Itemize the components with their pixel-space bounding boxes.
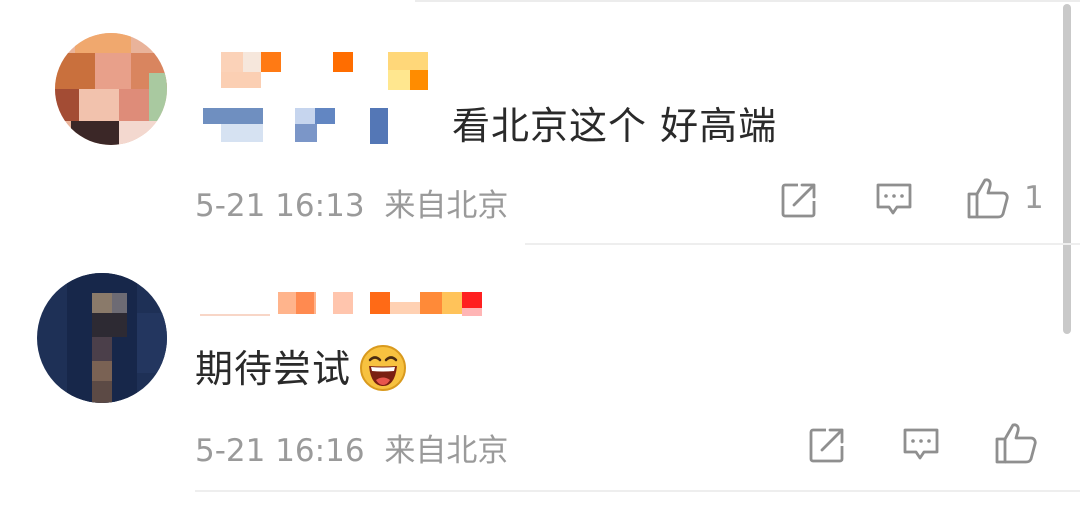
like-button[interactable] (994, 421, 1038, 465)
share-icon (781, 183, 816, 218)
timestamp: 5-21 16:13 (195, 188, 365, 224)
location: 来自北京 (384, 433, 509, 469)
comment-button[interactable] (902, 427, 940, 463)
comment-button[interactable] (875, 182, 913, 218)
like-icon (995, 423, 1037, 464)
comment-text: 期待尝试 (195, 338, 407, 396)
avatar[interactable] (55, 33, 167, 145)
comment-divider (195, 490, 1080, 492)
like-button[interactable]: 1 (966, 176, 1044, 220)
comment-meta: 5-21 16:13 来自北京 (195, 180, 508, 225)
username-blurred[interactable] (203, 52, 428, 147)
like-icon (967, 178, 1009, 219)
comment-text: 看北京这个 好高端 (452, 104, 778, 148)
location: 来自北京 (384, 188, 509, 224)
comment-item: 期待尝试 5-21 16:16 来自北京 (0, 250, 1080, 505)
comment-meta: 5-21 16:16 来自北京 (195, 425, 508, 470)
comment-icon (903, 428, 939, 460)
avatar[interactable] (37, 273, 167, 403)
share-icon (809, 428, 844, 463)
like-count: 1 (1024, 180, 1044, 216)
comment-item: 看北京这个 好高端 5-21 16:13 来自北京 1 (0, 0, 1080, 250)
comment-divider (525, 243, 1080, 245)
share-button[interactable] (780, 181, 818, 219)
timestamp: 5-21 16:16 (195, 433, 365, 469)
comment-icon (876, 183, 912, 215)
share-button[interactable] (808, 426, 846, 464)
username-blurred[interactable] (200, 292, 485, 322)
grinning-face-emoji (360, 344, 407, 391)
